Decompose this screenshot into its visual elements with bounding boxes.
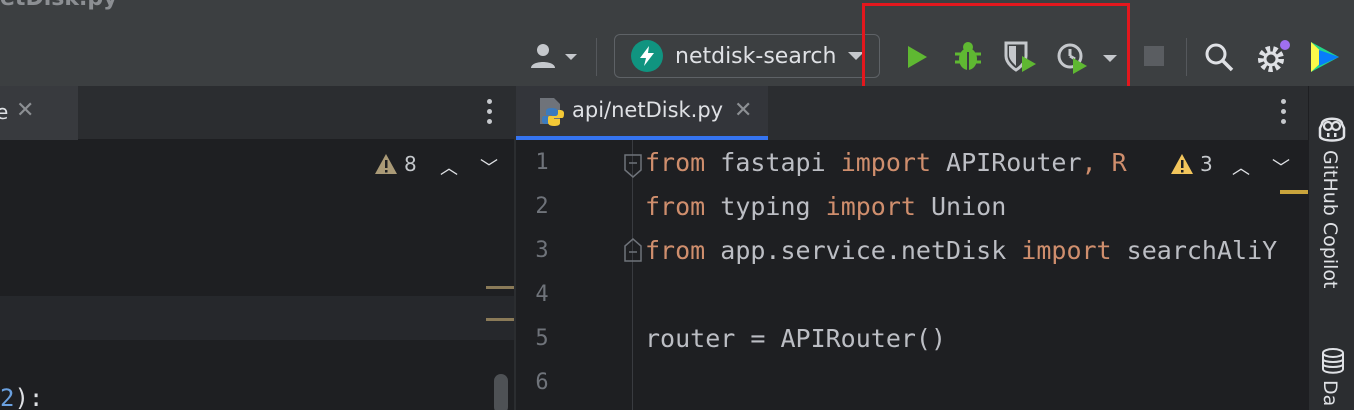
inspection-widget[interactable]: 8 — [374, 152, 417, 176]
code-line: from app.service.netDisk import searchAl… — [645, 236, 1278, 265]
gutter-divider — [632, 140, 633, 410]
line-number: 1 — [535, 150, 549, 175]
warning-icon — [375, 154, 397, 174]
fold-icon[interactable] — [624, 154, 642, 178]
vertical-scrollbar[interactable] — [494, 374, 508, 410]
debug-button[interactable] — [950, 38, 986, 74]
line-number: 2 — [535, 194, 549, 219]
gear-icon — [1258, 40, 1290, 72]
line-number: 6 — [535, 370, 549, 395]
more-options-icon[interactable] — [1281, 99, 1287, 124]
fold-icon[interactable] — [624, 238, 642, 262]
editor-tab-active[interactable]: api/netDisk.py ✕ — [516, 86, 768, 140]
previous-highlight-icon[interactable]: ︿ — [440, 154, 458, 180]
line-number: 4 — [535, 282, 549, 307]
current-line-highlight — [0, 296, 514, 340]
window-title: etDisk.py — [0, 0, 117, 11]
toolbar-separator — [1186, 38, 1187, 76]
toolbar-separator — [596, 38, 597, 76]
database-tab[interactable]: Da — [1319, 380, 1341, 406]
profile-button[interactable] — [524, 40, 582, 74]
github-copilot-tab[interactable]: GitHub Copilot — [1319, 150, 1341, 288]
more-options-icon[interactable] — [487, 99, 493, 124]
warning-icon — [1171, 154, 1193, 174]
profiler-button[interactable] — [1054, 38, 1122, 76]
main-toolbar: etDisk.py netdisk-search — [0, 0, 1354, 86]
tab-label: api/netDisk.py — [572, 98, 724, 122]
search-icon — [1205, 43, 1234, 72]
error-stripe-mark — [1280, 190, 1308, 194]
warning-count: 8 — [404, 152, 417, 176]
right-editor[interactable]: 1 2 3 4 5 6 from fastapi import APIRoute… — [516, 140, 1308, 410]
python-file-icon — [540, 98, 564, 126]
user-icon — [531, 44, 577, 68]
left-editor[interactable]: 8 ︿ ﹀ 2): — [0, 140, 514, 410]
tab-label: e — [0, 100, 9, 124]
settings-button[interactable] — [1254, 38, 1292, 76]
inspection-widget[interactable]: 3 — [1166, 152, 1217, 176]
code-line: router = APIRouter() — [645, 324, 947, 353]
warning-count: 3 — [1200, 152, 1213, 176]
right-tool-window-bar: GitHub Copilot Da — [1308, 86, 1354, 410]
run-configuration-selector[interactable]: netdisk-search — [614, 34, 880, 78]
close-icon[interactable]: ✕ — [16, 98, 34, 123]
database-icon[interactable] — [1321, 348, 1345, 374]
run-config-label: netdisk-search — [675, 43, 837, 69]
lightning-icon — [631, 40, 663, 72]
next-highlight-icon[interactable]: ﹀ — [480, 154, 498, 180]
error-stripe-mark — [486, 286, 514, 289]
profile-run-icon — [1057, 43, 1117, 74]
editor-tab[interactable]: e ✕ — [0, 86, 78, 140]
play-icon — [908, 46, 927, 68]
toolbox-icon — [1311, 42, 1339, 72]
chevron-down-icon — [848, 52, 864, 60]
line-number: 5 — [535, 326, 549, 351]
shield-run-icon — [1004, 41, 1036, 72]
next-highlight-icon[interactable]: ﹀ — [1272, 154, 1290, 180]
code-line: from typing import Union — [645, 192, 1007, 221]
error-stripe-mark — [486, 318, 514, 321]
previous-highlight-icon[interactable]: ︿ — [1232, 154, 1250, 180]
code-line: from fastapi import APIRouter, R — [645, 148, 1127, 177]
stop-button[interactable] — [1140, 42, 1168, 70]
run-button[interactable] — [900, 40, 934, 74]
search-everywhere-button[interactable] — [1202, 40, 1236, 74]
code-line: 2): — [0, 384, 44, 410]
copilot-icon[interactable] — [1316, 114, 1348, 144]
line-number: 3 — [535, 238, 549, 263]
close-icon[interactable]: ✕ — [734, 98, 752, 123]
stop-icon — [1144, 46, 1164, 66]
run-with-coverage-button[interactable] — [1000, 38, 1040, 76]
left-tab-bar: e ✕ — [0, 86, 514, 140]
right-tab-bar: api/netDisk.py ✕ — [516, 86, 1308, 140]
toolbox-button[interactable] — [1304, 38, 1344, 76]
bug-icon — [955, 42, 981, 70]
